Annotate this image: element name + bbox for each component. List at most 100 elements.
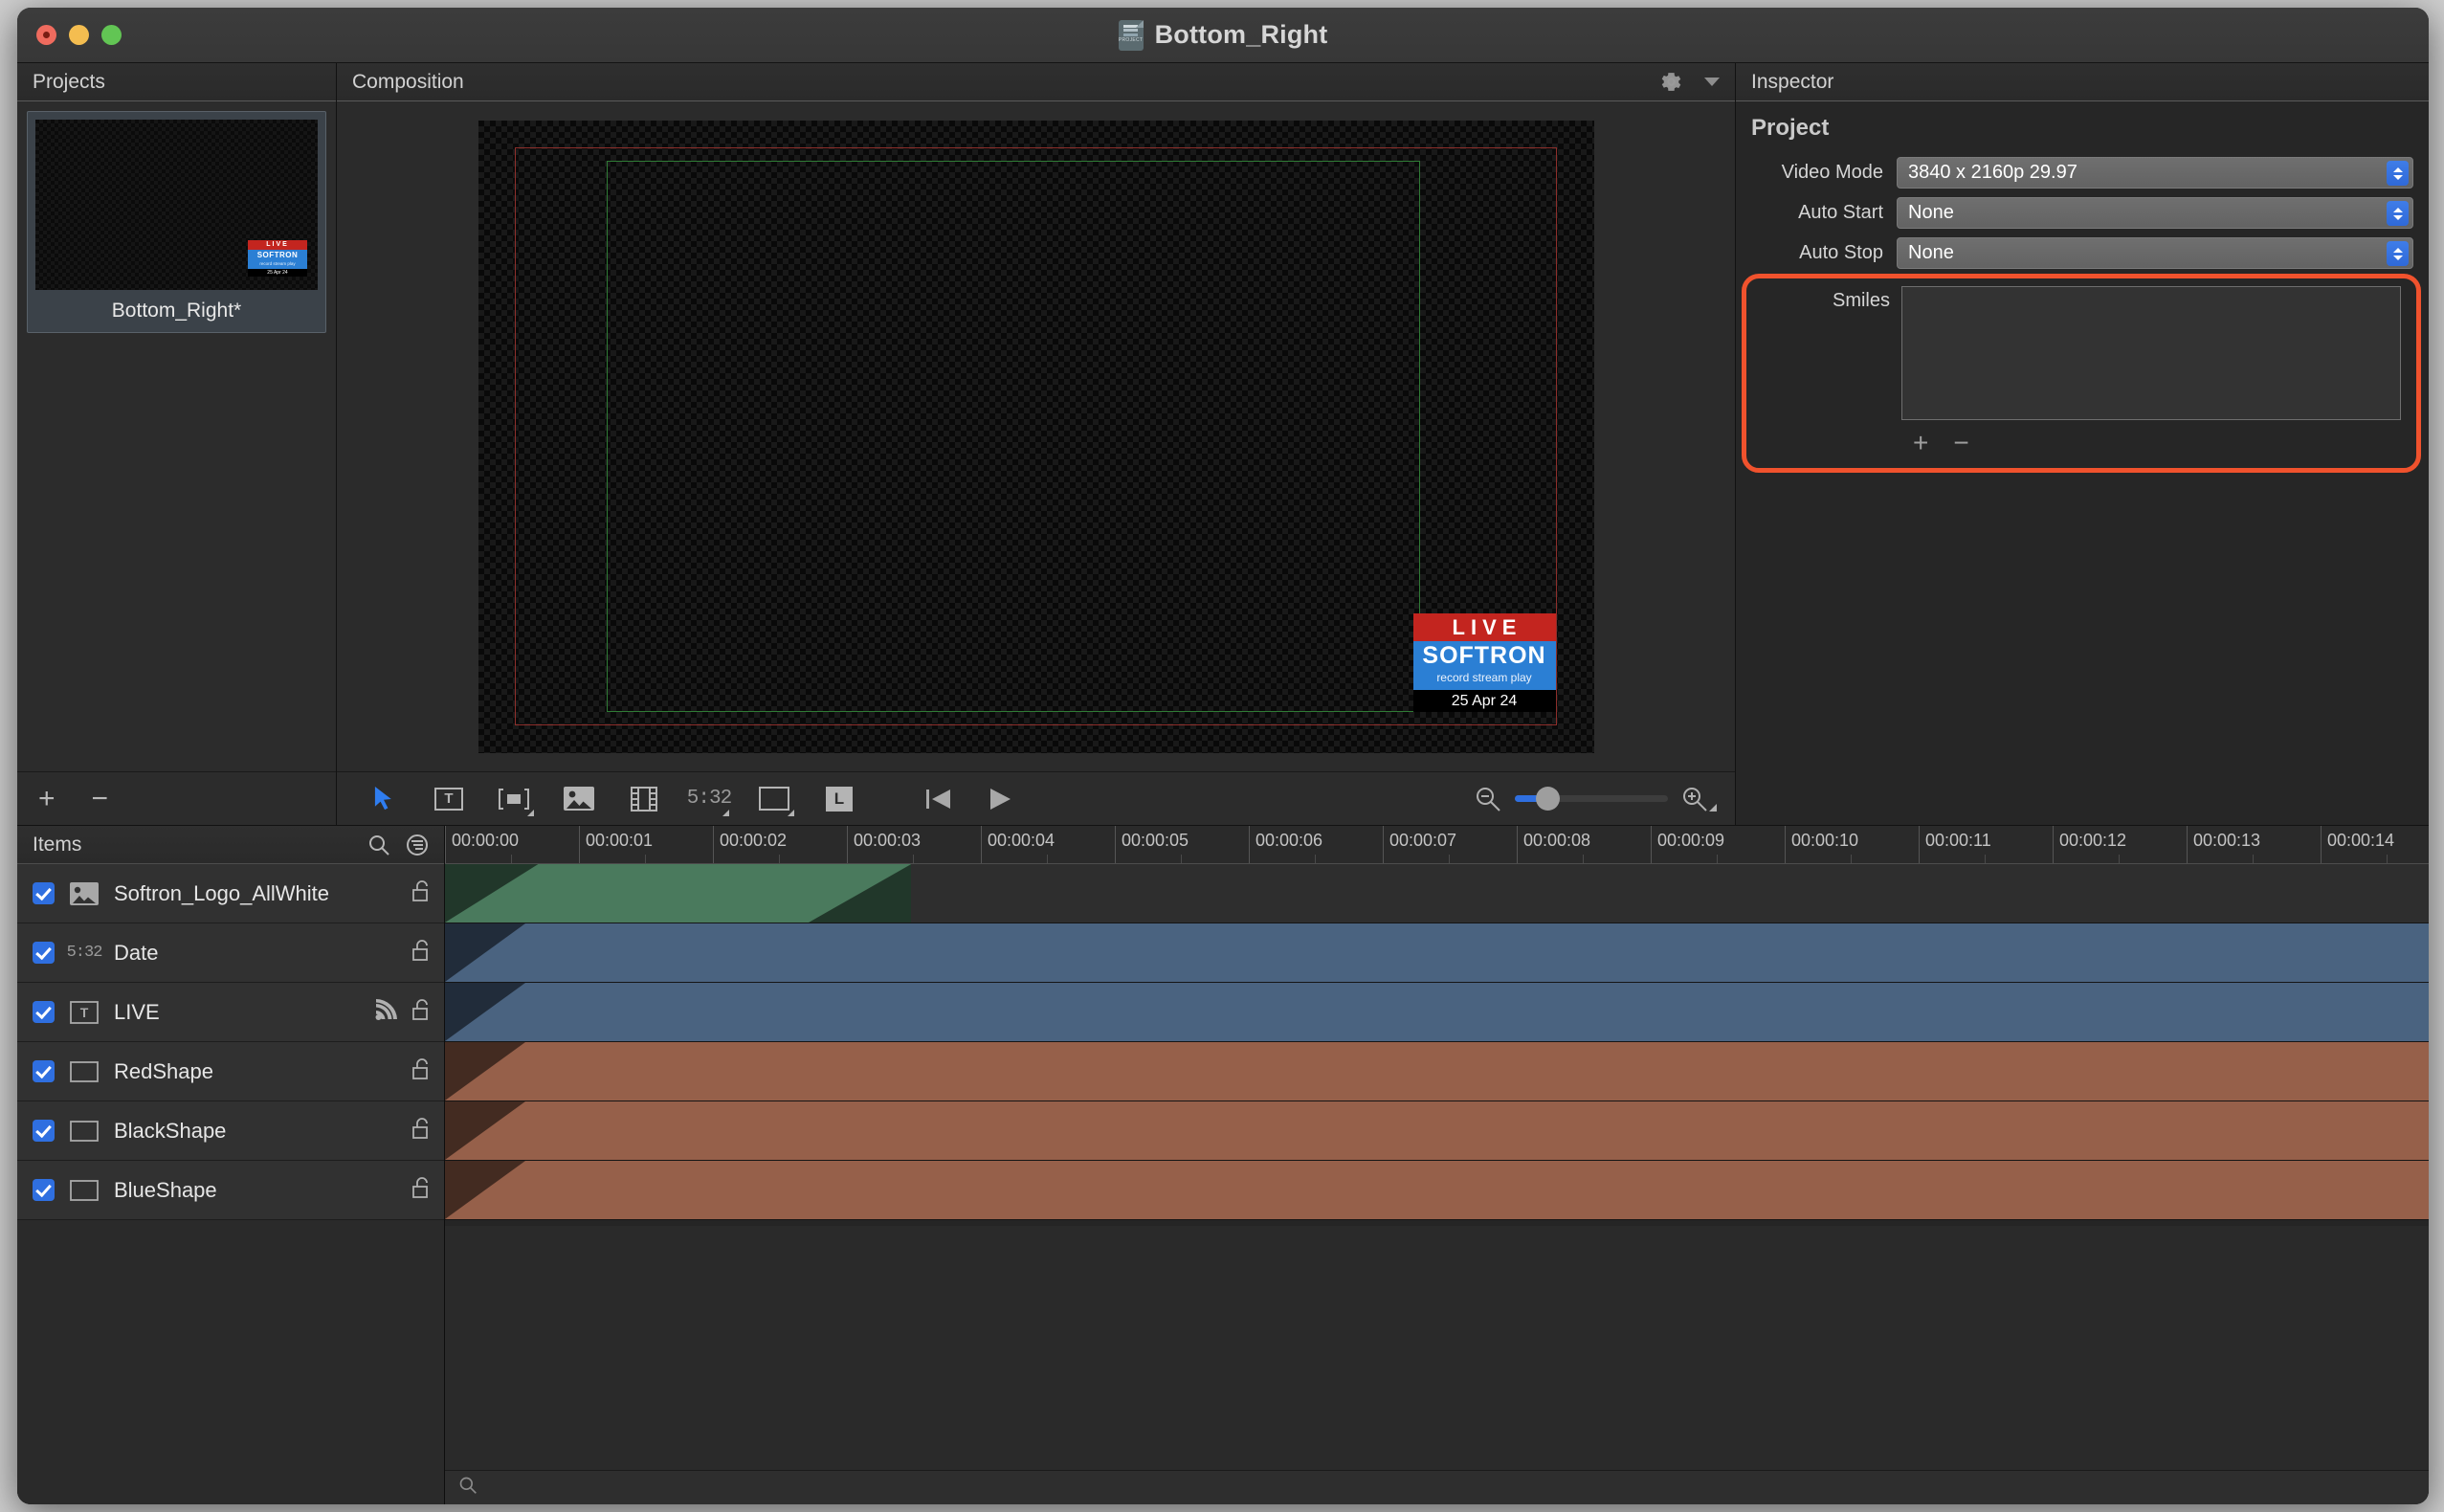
- timeline-track[interactable]: [445, 1101, 2429, 1161]
- items-panel-title: Items: [33, 833, 82, 856]
- lock-icon[interactable]: [411, 879, 431, 907]
- lock-icon[interactable]: [411, 939, 431, 967]
- auto-stop-stepper-icon[interactable]: [2387, 241, 2409, 266]
- remove-smile-button[interactable]: −: [1953, 430, 1968, 456]
- composition-canvas[interactable]: LIVE SOFTRON record stream play 25 Apr 2…: [478, 120, 1594, 753]
- canvas-overlay-logo[interactable]: LIVE SOFTRON record stream play 25 Apr 2…: [1412, 612, 1556, 712]
- timeline-ruler[interactable]: 00:00:00 00:00:01 00:00:02 00:00:03 00:00:04…: [445, 826, 2429, 864]
- inspector-section-title: Project: [1751, 115, 1830, 141]
- shape-icon: [67, 1060, 101, 1082]
- timeline-clip[interactable]: [445, 1161, 2429, 1219]
- video-mode-popup[interactable]: 3840 x 2160p 29.97: [1897, 157, 2413, 189]
- item-checkbox[interactable]: [33, 882, 55, 904]
- item-checkbox[interactable]: [33, 1001, 55, 1023]
- timeline-clip[interactable]: [445, 983, 2429, 1041]
- search-icon[interactable]: [367, 834, 390, 856]
- text-tool[interactable]: T: [431, 785, 467, 813]
- scrolling-text-tool[interactable]: [496, 785, 534, 816]
- remove-project-button[interactable]: −: [92, 784, 109, 813]
- thumb-tagline-label: record stream play: [248, 260, 307, 269]
- item-checkbox[interactable]: [33, 1120, 55, 1142]
- clock-tool[interactable]: 5:32: [687, 785, 732, 816]
- list-item[interactable]: T LIVE: [17, 983, 444, 1042]
- timeline-track[interactable]: [445, 1042, 2429, 1101]
- timeline-track[interactable]: [445, 864, 2429, 923]
- item-checkbox[interactable]: [33, 1179, 55, 1201]
- filter-icon[interactable]: [406, 834, 429, 856]
- ruler-tick: 00:00:06: [1249, 826, 1383, 863]
- list-item[interactable]: BlueShape: [17, 1161, 444, 1220]
- timeline-tracks[interactable]: [445, 864, 2429, 1470]
- video-mode-stepper-icon[interactable]: [2387, 161, 2409, 186]
- item-checkbox[interactable]: [33, 1060, 55, 1082]
- add-smile-button[interactable]: +: [1913, 430, 1928, 456]
- chevron-down-icon[interactable]: [1704, 78, 1720, 86]
- timeline-clip[interactable]: [445, 1101, 2429, 1160]
- list-item[interactable]: Softron_Logo_AllWhite: [17, 864, 444, 923]
- ruler-tick: 00:00:08: [1517, 826, 1651, 863]
- shape-icon: [67, 1179, 101, 1201]
- zoom-out-icon[interactable]: [1475, 786, 1501, 812]
- zoom-button[interactable]: [101, 25, 122, 45]
- timeline-track[interactable]: [445, 1161, 2429, 1220]
- timeline-track[interactable]: [445, 923, 2429, 983]
- zoom-slider[interactable]: [1515, 787, 1668, 811]
- shape-tool[interactable]: [756, 785, 794, 816]
- go-to-start-button[interactable]: [926, 788, 951, 811]
- signal-icon[interactable]: [375, 999, 400, 1025]
- close-button[interactable]: [36, 25, 56, 45]
- item-checkbox[interactable]: [33, 942, 55, 964]
- timeline-clip[interactable]: [445, 1042, 2429, 1101]
- zoom-slider-knob[interactable]: [1536, 787, 1561, 811]
- video-tool[interactable]: [626, 785, 662, 813]
- search-icon[interactable]: [458, 1476, 478, 1500]
- items-panel-header: Items: [17, 826, 444, 864]
- inspector-panel-title: Inspector: [1751, 70, 1834, 93]
- smiles-list[interactable]: [1901, 286, 2401, 420]
- gear-icon[interactable]: [1659, 70, 1683, 94]
- inspector-panel-header: Inspector: [1736, 63, 2429, 101]
- inspector-panel: Inspector Project Video Mode 3840 x 2160…: [1736, 63, 2429, 825]
- pointer-tool[interactable]: [366, 785, 402, 813]
- project-card[interactable]: LIVE SOFTRON record stream play 25 Apr 2…: [27, 111, 326, 333]
- auto-stop-popup[interactable]: None: [1897, 237, 2413, 269]
- field-row-video-mode: Video Mode 3840 x 2160p 29.97: [1736, 157, 2429, 189]
- shape-icon: [67, 1120, 101, 1142]
- ruler-tick: 00:00:04: [981, 826, 1115, 863]
- video-mode-value: 3840 x 2160p 29.97: [1908, 162, 2077, 183]
- list-item[interactable]: RedShape: [17, 1042, 444, 1101]
- clock-icon: 5:32: [66, 944, 103, 962]
- minimize-button[interactable]: [69, 25, 89, 45]
- composition-panel: Composition LIVE SOFTRON record stream p…: [337, 63, 1736, 825]
- title-safe-guide: [606, 161, 1420, 712]
- field-row-auto-stop: Auto Stop None: [1736, 237, 2429, 269]
- bottom-row: Items Softron_Logo_AllWhite 5:32 Date T …: [17, 825, 2429, 1504]
- ruler-tick: 00:00:03: [847, 826, 981, 863]
- lock-icon[interactable]: [411, 1057, 431, 1085]
- projects-list: LIVE SOFTRON record stream play 25 Apr 2…: [17, 101, 336, 771]
- zoom-in-icon[interactable]: [1681, 786, 1717, 812]
- timeline-track[interactable]: [445, 983, 2429, 1042]
- lock-icon[interactable]: [411, 998, 431, 1026]
- list-item[interactable]: 5:32 Date: [17, 923, 444, 983]
- play-button[interactable]: [988, 787, 1012, 812]
- layer-tool[interactable]: L: [821, 785, 857, 813]
- top-row: Projects LIVE SOFTRON record stream play…: [17, 63, 2429, 825]
- lock-icon[interactable]: [411, 1176, 431, 1204]
- list-item[interactable]: BlackShape: [17, 1101, 444, 1161]
- auto-start-value: None: [1908, 202, 1954, 223]
- canvas-brand-label: SOFTRON: [1412, 640, 1556, 670]
- timeline-clip[interactable]: [445, 923, 2429, 982]
- auto-stop-value: None: [1908, 242, 1954, 263]
- window-title-group: PROJECT Bottom_Right: [17, 19, 2429, 51]
- image-tool[interactable]: [561, 785, 597, 813]
- composition-canvas-area: LIVE SOFTRON record stream play 25 Apr 2…: [337, 101, 1735, 771]
- add-project-button[interactable]: +: [38, 784, 56, 813]
- thumb-live-label: LIVE: [248, 240, 307, 250]
- thumb-brand-label: SOFTRON: [248, 250, 307, 260]
- smiles-row: Smiles: [1746, 286, 2416, 420]
- timeline-clip[interactable]: [445, 864, 912, 923]
- auto-start-popup[interactable]: None: [1897, 197, 2413, 229]
- lock-icon[interactable]: [411, 1117, 431, 1145]
- auto-start-stepper-icon[interactable]: [2387, 201, 2409, 226]
